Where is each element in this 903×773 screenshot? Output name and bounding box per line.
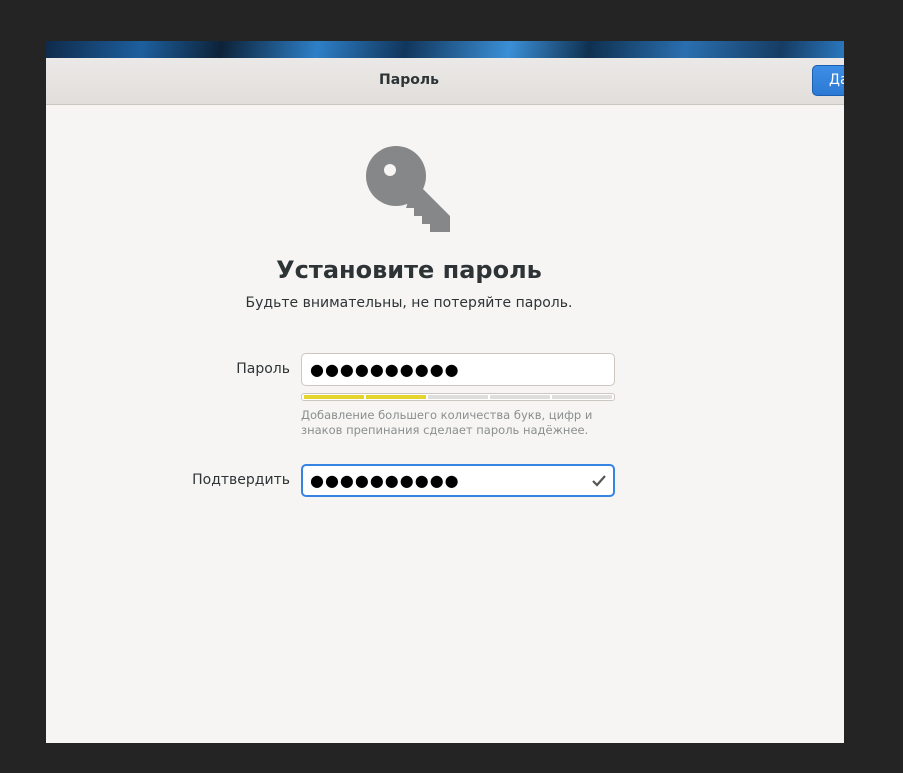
page-title: Установите пароль [276, 256, 542, 284]
key-icon [366, 146, 450, 232]
window-title: Пароль [379, 72, 439, 88]
strength-segment [490, 395, 550, 399]
confirm-password-field[interactable]: ●●●●●●●●●● [301, 464, 615, 497]
password-label: Пароль [236, 361, 290, 377]
password-field[interactable]: ●●●●●●●●●● [301, 353, 615, 386]
strength-segment [366, 395, 426, 399]
confirm-label: Подтвердить [192, 472, 290, 488]
check-icon [592, 475, 606, 487]
strength-segment [428, 395, 488, 399]
password-hint: Добавление большего количества букв, циф… [301, 408, 593, 437]
strength-segment [304, 395, 364, 399]
page-subtitle: Будьте внимательны, не потеряйте пароль. [245, 295, 573, 311]
desktop-wallpaper [46, 41, 844, 58]
setup-window: Пароль Да Установите пароль Будьте внима… [46, 58, 844, 743]
header-bar: Пароль Да [46, 58, 844, 105]
strength-segment [552, 395, 612, 399]
password-strength-bar [301, 393, 615, 401]
next-button[interactable]: Да [812, 65, 844, 96]
confirm-password-value: ●●●●●●●●●● [310, 471, 460, 490]
